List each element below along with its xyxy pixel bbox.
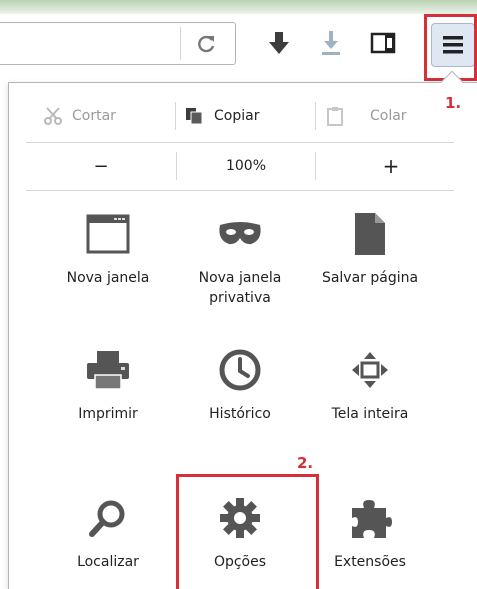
puzzle-icon: [346, 494, 394, 542]
print-button[interactable]: Imprimir: [44, 346, 172, 424]
step2-highlight-box: [176, 474, 319, 589]
page-icon: [346, 210, 394, 258]
zoom-reset-button[interactable]: 100%: [177, 142, 315, 190]
cut-label: Cortar: [72, 108, 116, 124]
cut-button[interactable]: Cortar: [44, 90, 116, 142]
new-private-window-button[interactable]: Nova janela privativa: [176, 210, 304, 308]
sidebar-icon[interactable]: [368, 26, 398, 60]
printer-icon: [84, 346, 132, 394]
magnifier-icon: [84, 494, 132, 542]
divider: [315, 102, 316, 130]
copy-label: Copiar: [214, 108, 260, 124]
zoom-out-button[interactable]: −: [26, 142, 176, 190]
scissors-icon: [44, 107, 62, 125]
step1-label: 1.: [445, 94, 462, 112]
copy-icon: [186, 108, 203, 125]
reload-icon[interactable]: [194, 32, 218, 56]
window-icon: [84, 210, 132, 258]
find-label: Localizar: [77, 554, 139, 570]
step2-label: 2.: [297, 454, 314, 472]
fullscreen-button[interactable]: Tela inteira: [306, 346, 434, 424]
clock-icon: [216, 346, 264, 394]
paste-label: Colar: [370, 108, 407, 124]
address-bar[interactable]: [0, 22, 236, 65]
print-label: Imprimir: [78, 406, 138, 422]
clipboard-icon: [327, 107, 343, 126]
addons-button[interactable]: Extensões: [306, 494, 434, 572]
download-tray-icon[interactable]: [316, 26, 346, 60]
mask-icon: [216, 210, 264, 258]
divider: [175, 102, 176, 130]
paste-button[interactable]: Colar: [326, 90, 407, 142]
addons-label: Extensões: [334, 554, 406, 570]
history-button[interactable]: Histórico: [176, 346, 304, 424]
address-bar-divider: [180, 27, 181, 60]
divider: [26, 190, 454, 191]
find-button[interactable]: Localizar: [44, 494, 172, 572]
zoom-controls-row: − 100% +: [8, 142, 477, 190]
new-window-label: Nova janela: [66, 270, 150, 286]
new-private-window-label: Nova janela privativa: [198, 270, 282, 306]
fullscreen-icon: [346, 346, 394, 394]
zoom-in-button[interactable]: +: [316, 142, 466, 190]
fullscreen-label: Tela inteira: [331, 406, 409, 422]
save-page-button[interactable]: Salvar página: [306, 210, 434, 288]
window-top-strip: [0, 0, 477, 14]
history-label: Histórico: [209, 406, 271, 422]
save-page-label: Salvar página: [321, 270, 419, 286]
copy-button[interactable]: Copiar: [184, 90, 259, 142]
download-icon[interactable]: [264, 26, 294, 60]
edit-controls-row: Cortar Copiar Colar: [8, 90, 477, 142]
new-window-button[interactable]: Nova janela: [44, 210, 172, 288]
